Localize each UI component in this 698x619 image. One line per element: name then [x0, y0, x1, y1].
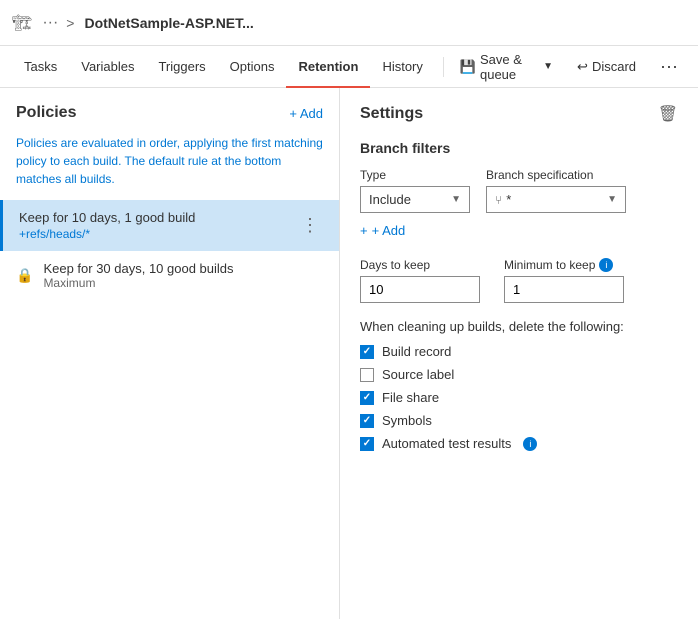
nav-item-retention[interactable]: Retention: [286, 46, 370, 88]
branch-spec-chevron-icon: ▼: [607, 194, 617, 205]
minimum-to-keep-group: Minimum to keep i: [504, 258, 624, 303]
nav-bar: Tasks Variables Triggers Options Retenti…: [0, 46, 698, 88]
checkbox-source-label[interactable]: Source label: [360, 367, 678, 382]
policy-content: Keep for 10 days, 1 good build +refs/hea…: [19, 210, 297, 241]
discard-icon: ↩: [577, 59, 588, 75]
minimum-to-keep-label: Minimum to keep: [504, 258, 595, 272]
breadcrumb-dots[interactable]: ···: [42, 14, 58, 32]
add-filter-plus-icon: +: [360, 223, 368, 238]
delete-icon[interactable]: 🗑: [658, 104, 678, 124]
branch-spec-value: *: [506, 192, 511, 207]
policy-item-selected[interactable]: Keep for 10 days, 1 good build +refs/hea…: [0, 200, 339, 251]
type-value: Include: [369, 192, 411, 207]
type-chevron-icon: ▼: [451, 194, 461, 205]
branch-spec-label: Branch specification: [486, 168, 626, 182]
checkbox-symbols[interactable]: Symbols: [360, 413, 678, 428]
cleanup-title: When cleaning up builds, delete the foll…: [360, 319, 678, 334]
cleanup-section: When cleaning up builds, delete the foll…: [360, 319, 678, 451]
branch-filters-section: Branch filters Type Include ▼ Branch spe…: [360, 140, 678, 238]
locked-policy-sub: Maximum: [43, 276, 323, 290]
nav-item-triggers[interactable]: Triggers: [146, 46, 217, 88]
minimum-info-icon[interactable]: i: [599, 258, 613, 272]
source-label-label: Source label: [382, 367, 454, 382]
symbols-label: Symbols: [382, 413, 432, 428]
automated-test-results-checkbox[interactable]: [360, 437, 374, 451]
branch-spec-field-group: Branch specification ⑂ * ▼: [486, 168, 626, 213]
save-queue-button[interactable]: 💾 Save & queue ▼: [452, 48, 561, 86]
lock-icon: 🔒: [16, 267, 33, 284]
save-dropdown-arrow[interactable]: ▼: [543, 61, 553, 72]
header: 🏗 ··· > DotNetSample-ASP.NET...: [0, 0, 698, 46]
file-share-checkbox[interactable]: [360, 391, 374, 405]
build-icon: 🏗: [12, 13, 32, 33]
automated-test-results-info-icon[interactable]: i: [523, 437, 537, 451]
branch-spec-icon: ⑂: [495, 193, 502, 207]
symbols-checkbox[interactable]: [360, 414, 374, 428]
type-field-group: Type Include ▼: [360, 168, 470, 213]
discard-button[interactable]: ↩ Discard: [569, 55, 644, 79]
breadcrumb-arrow: >: [66, 15, 74, 31]
policy-more-button[interactable]: ⋮: [297, 213, 323, 238]
add-policy-button[interactable]: + Add: [289, 106, 323, 121]
nav-item-options[interactable]: Options: [218, 46, 287, 88]
policy-name: Keep for 10 days, 1 good build: [19, 210, 297, 225]
save-icon: 💾: [460, 59, 476, 75]
page-title: DotNetSample-ASP.NET...: [84, 15, 253, 31]
nav-more-button[interactable]: ···: [652, 52, 686, 81]
checkbox-build-record[interactable]: Build record: [360, 344, 678, 359]
nav-item-tasks[interactable]: Tasks: [12, 46, 69, 88]
type-select[interactable]: Include ▼: [360, 186, 470, 213]
file-share-label: File share: [382, 390, 439, 405]
checkbox-automated-test-results[interactable]: Automated test results i: [360, 436, 678, 451]
locked-policy-content: Keep for 30 days, 10 good builds Maximum: [43, 261, 323, 290]
locked-policy-name: Keep for 30 days, 10 good builds: [43, 261, 323, 276]
settings-title: Settings: [360, 105, 423, 123]
source-label-checkbox[interactable]: [360, 368, 374, 382]
policy-description: Policies are evaluated in order, applyin…: [0, 130, 339, 200]
build-record-checkbox[interactable]: [360, 345, 374, 359]
nav-item-variables[interactable]: Variables: [69, 46, 146, 88]
locked-policy-item[interactable]: 🔒 Keep for 30 days, 10 good builds Maxim…: [0, 251, 339, 300]
nav-actions: 💾 Save & queue ▼ ↩ Discard ···: [452, 48, 686, 86]
build-record-label: Build record: [382, 344, 451, 359]
panel-header: Policies + Add: [0, 88, 339, 130]
policy-sub: +refs/heads/*: [19, 227, 297, 241]
policies-title: Policies: [16, 104, 76, 122]
settings-header: Settings 🗑: [360, 104, 678, 124]
days-to-keep-input[interactable]: [360, 276, 480, 303]
left-panel: Policies + Add Policies are evaluated in…: [0, 88, 340, 619]
right-panel: Settings 🗑 Branch filters Type Include ▼…: [340, 88, 698, 619]
branch-filters-title: Branch filters: [360, 140, 678, 156]
filter-row: Type Include ▼ Branch specification ⑂ * …: [360, 168, 678, 213]
nav-divider: [443, 57, 444, 77]
nav-item-history[interactable]: History: [370, 46, 434, 88]
main-content: Policies + Add Policies are evaluated in…: [0, 88, 698, 619]
days-section: Days to keep Minimum to keep i: [360, 258, 678, 303]
checkbox-file-share[interactable]: File share: [360, 390, 678, 405]
minimum-to-keep-input[interactable]: [504, 276, 624, 303]
add-filter-button[interactable]: + + Add: [360, 223, 405, 238]
branch-spec-select[interactable]: ⑂ * ▼: [486, 186, 626, 213]
days-to-keep-group: Days to keep: [360, 258, 480, 303]
breadcrumb: 🏗 ··· > DotNetSample-ASP.NET...: [12, 13, 254, 33]
days-to-keep-label: Days to keep: [360, 258, 480, 272]
type-label: Type: [360, 168, 470, 182]
automated-test-results-label: Automated test results: [382, 436, 511, 451]
